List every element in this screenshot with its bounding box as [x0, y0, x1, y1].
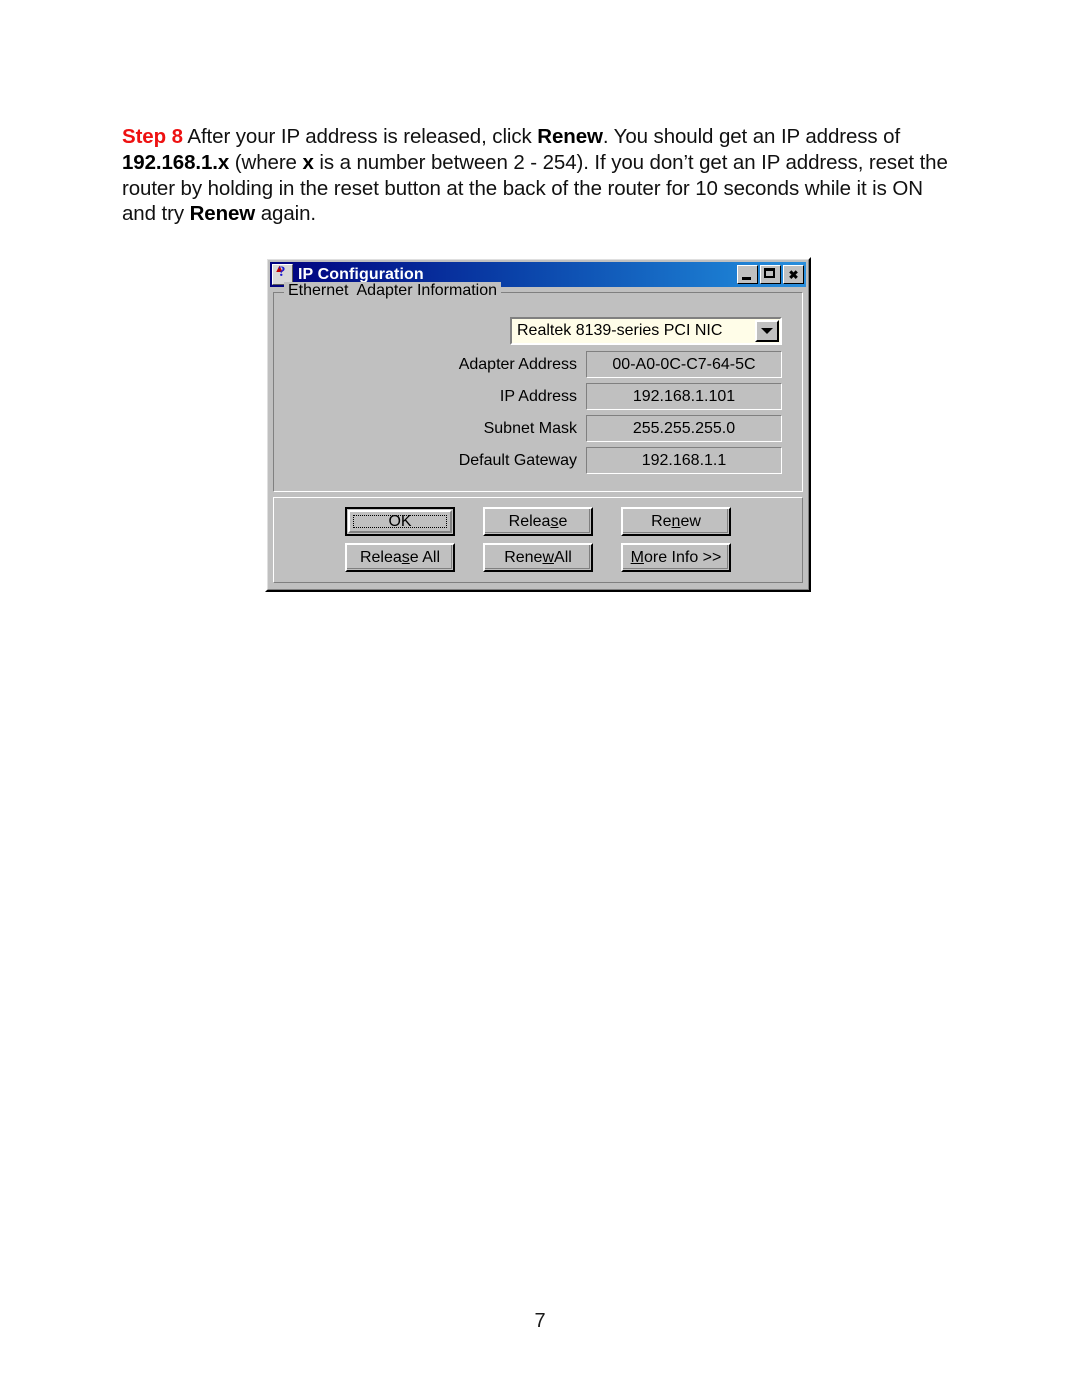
renew-button-accel: n	[671, 512, 681, 530]
ethernet-adapter-information-group: Ethernet Adapter Information Realtek 813…	[273, 282, 803, 492]
button-row-top: OK Relea s e Re n ew	[286, 507, 790, 536]
ok-button-inner: OK	[348, 510, 452, 533]
ok-button[interactable]: OK	[345, 507, 455, 536]
adapter-select-dropdown-button[interactable]	[755, 320, 779, 342]
subnet-mask-value: 255.255.255.0	[586, 415, 782, 442]
group-legend: Ethernet Adapter Information	[284, 282, 502, 300]
maximize-icon	[764, 268, 775, 278]
paragraph-segment-5: again.	[255, 202, 317, 226]
release-button[interactable]: Relea s e	[483, 507, 593, 536]
close-icon: ✖	[788, 267, 799, 282]
ip-address-value: 192.168.1.101	[586, 383, 782, 410]
release-all-button-label-post: e All	[409, 548, 441, 566]
ip-configuration-dialog: ▲ ? IP Configuration ✖ Ethernet Adapter …	[265, 257, 811, 592]
dialog-title: IP Configuration	[298, 265, 424, 283]
renew-button[interactable]: Re n ew	[621, 507, 731, 536]
adapter-address-label: Adapter Address	[458, 355, 577, 373]
adapter-select-value: Realtek 8139-series PCI NIC	[517, 322, 723, 339]
adapter-address-value: 00-A0-0C-C7-64-5C	[586, 351, 782, 378]
ok-button-label: OK	[353, 513, 447, 530]
renew-all-button-label-post: All	[554, 548, 572, 566]
close-button[interactable]: ✖	[783, 265, 804, 284]
bold-x-variable: x	[302, 150, 314, 174]
renew-all-button[interactable]: Rene w All	[483, 543, 593, 572]
release-all-button-accel: s	[401, 548, 410, 566]
button-row-bottom: Relea s e All Rene w All More Info >>	[286, 543, 790, 572]
adapter-select-row: Realtek 8139-series PCI NIC	[282, 317, 782, 345]
more-info-button-accel: M	[630, 548, 644, 566]
default-gateway-label: Default Gateway	[458, 451, 577, 469]
paragraph-segment-3: (where	[229, 150, 303, 174]
dialog-inner-frame: ▲ ? IP Configuration ✖ Ethernet Adapter …	[267, 259, 809, 590]
step-label: Step 8	[122, 125, 183, 148]
chevron-down-icon	[761, 328, 773, 334]
bold-ip-range: 192.168.1.x	[122, 150, 230, 174]
page-number: 7	[534, 1310, 546, 1332]
minimize-button[interactable]	[737, 265, 758, 284]
instruction-paragraph: Step 8 After your IP address is released…	[122, 124, 954, 227]
more-info-button-label-post: ore Info >>	[643, 548, 722, 566]
release-all-button[interactable]: Relea s e All	[345, 543, 455, 572]
default-gateway-row: Default Gateway 192.168.1.1	[282, 447, 782, 474]
renew-button-label-post: ew	[680, 512, 701, 530]
minimize-icon	[742, 277, 751, 280]
release-button-label-pre: Relea	[508, 512, 551, 530]
ip-address-row: IP Address 192.168.1.101	[282, 383, 782, 410]
paragraph-segment-1: After your IP address is released, click	[182, 125, 538, 148]
dialog-button-panel: OK Relea s e Re n ew Relea s e All Rene …	[273, 497, 803, 583]
maximize-button[interactable]	[760, 265, 781, 284]
icon-question-mark: ?	[278, 264, 286, 280]
renew-button-label-pre: Re	[651, 512, 672, 530]
release-all-button-label-pre: Relea	[359, 548, 402, 566]
bold-renew-first: Renew	[537, 125, 603, 148]
subnet-mask-row: Subnet Mask 255.255.255.0	[282, 415, 782, 442]
default-gateway-value: 192.168.1.1	[586, 447, 782, 474]
adapter-address-row: Adapter Address 00-A0-0C-C7-64-5C	[282, 351, 782, 378]
renew-all-button-accel: w	[542, 548, 555, 566]
renew-all-button-label-pre: Rene	[504, 548, 543, 566]
bold-renew-second: Renew	[189, 202, 256, 226]
paragraph-segment-2: . You should get an IP address of	[602, 125, 901, 148]
subnet-mask-label: Subnet Mask	[483, 419, 577, 437]
window-controls: ✖	[737, 265, 804, 284]
adapter-select[interactable]: Realtek 8139-series PCI NIC	[510, 317, 782, 345]
release-button-accel: s	[550, 512, 559, 530]
more-info-button[interactable]: More Info >>	[621, 543, 731, 572]
release-button-label-post: e	[558, 512, 568, 530]
ip-address-label: IP Address	[499, 387, 577, 405]
